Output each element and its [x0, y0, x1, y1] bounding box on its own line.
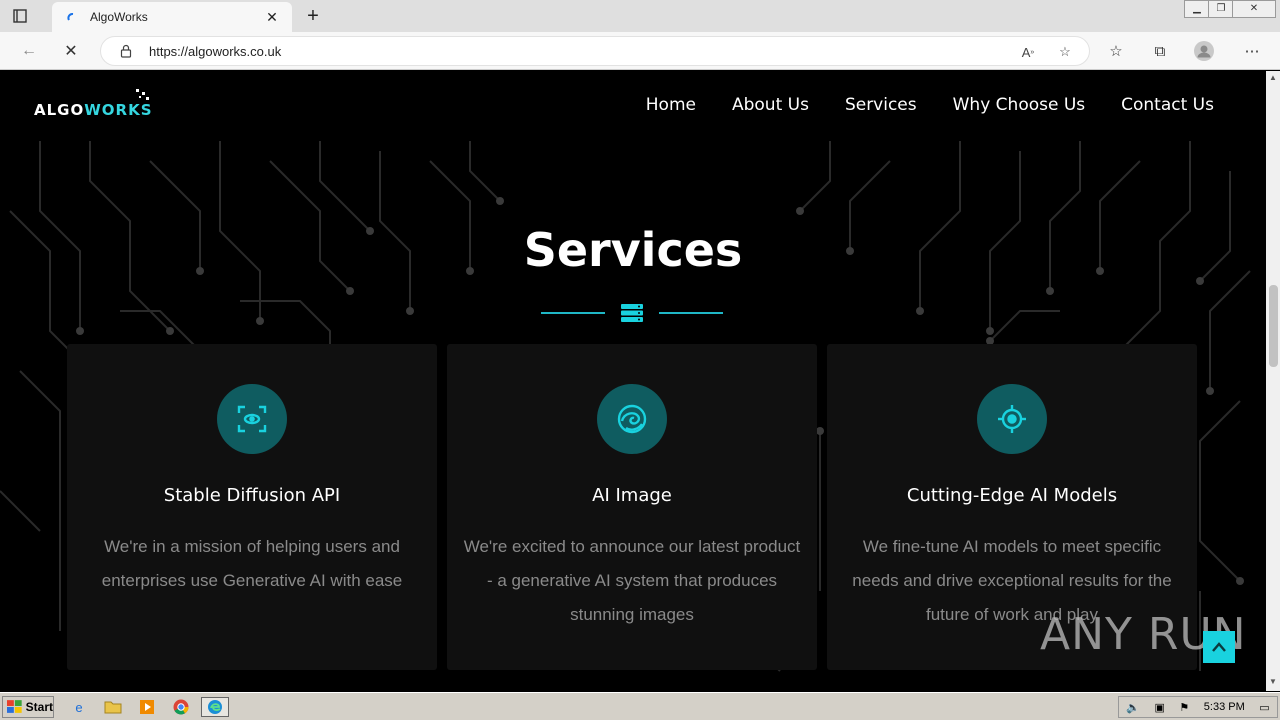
lock-icon: [119, 44, 133, 58]
browser-tab[interactable]: AlgoWorks ✕: [52, 2, 292, 32]
favorites-icon[interactable]: ☆: [1106, 41, 1126, 61]
stop-loading-icon[interactable]: ✕: [60, 40, 82, 62]
service-card-stable-diffusion[interactable]: Stable Diffusion API We're in a mission …: [67, 344, 437, 670]
folder-icon[interactable]: [102, 697, 124, 717]
nav-contact-us[interactable]: Contact Us: [1121, 95, 1214, 115]
loading-favicon-icon: [64, 9, 80, 25]
address-bar-row: ← ✕ https://algoworks.co.uk A» ☆ ☆ ⧉ ⋯: [0, 32, 1280, 70]
tab-title: AlgoWorks: [90, 10, 148, 24]
new-tab-button[interactable]: +: [302, 5, 324, 27]
back-icon[interactable]: ←: [18, 40, 40, 62]
network-icon[interactable]: ▣: [1154, 701, 1164, 714]
chrome-icon[interactable]: [170, 697, 192, 717]
logo-text-main: ALGO: [34, 101, 85, 119]
web-page: ALGOWORKS Home About Us Services Why Cho…: [0, 71, 1266, 691]
divider-line-left: [541, 312, 605, 314]
card-title: Cutting-Edge AI Models: [906, 485, 1118, 506]
site-header: ALGOWORKS Home About Us Services Why Cho…: [0, 71, 1266, 141]
system-tray: 🔈 ▣ ⚑ 5:33 PM ▭: [1118, 696, 1278, 718]
scroll-to-top-button[interactable]: [1203, 631, 1235, 663]
card-description: We're excited to announce our latest pro…: [463, 537, 801, 624]
divider-line-right: [659, 312, 723, 314]
volume-icon[interactable]: 🔈: [1126, 701, 1140, 714]
services-cards: Stable Diffusion API We're in a mission …: [67, 344, 1197, 670]
collections-icon[interactable]: ⧉: [1150, 41, 1170, 61]
windows-taskbar: Start e 🔈 ▣ ⚑ 5:33 PM ▭: [0, 692, 1280, 720]
nav-about-us[interactable]: About Us: [732, 95, 809, 115]
read-aloud-icon[interactable]: A»: [1019, 43, 1037, 61]
minimize-button[interactable]: ▁: [1184, 0, 1210, 18]
show-desktop-icon[interactable]: ▭: [1259, 701, 1269, 714]
clock[interactable]: 5:33 PM: [1204, 701, 1245, 713]
section-title: Services: [523, 223, 743, 277]
site-logo[interactable]: ALGOWORKS: [34, 89, 153, 119]
target-icon: [977, 384, 1047, 454]
browser-tab-bar: AlgoWorks ✕ + ▁ ❐ ✕: [0, 0, 1280, 32]
media-player-icon[interactable]: [136, 697, 158, 717]
add-favorite-icon[interactable]: ☆: [1056, 43, 1074, 61]
ie-icon[interactable]: e: [68, 697, 90, 717]
logo-text-accent: WORKS: [84, 101, 153, 119]
nav-home[interactable]: Home: [646, 95, 696, 115]
url-text: https://algoworks.co.uk: [149, 44, 282, 59]
close-window-button[interactable]: ✕: [1232, 0, 1276, 18]
chevron-up-icon: [1212, 642, 1226, 652]
flag-icon[interactable]: ⚑: [1179, 701, 1189, 714]
start-button[interactable]: Start: [2, 696, 54, 718]
service-card-ai-image[interactable]: AI Image We're excited to announce our l…: [447, 344, 817, 670]
server-icon: [621, 304, 643, 322]
main-nav: Home About Us Services Why Choose Us Con…: [646, 95, 1214, 115]
scrollbar-thumb[interactable]: [1269, 285, 1278, 367]
start-label: Start: [25, 700, 53, 714]
card-title: AI Image: [592, 485, 672, 506]
scroll-up-icon[interactable]: ▲: [1268, 73, 1278, 83]
windows-logo-icon: [7, 700, 22, 713]
nav-why-choose-us[interactable]: Why Choose Us: [953, 95, 1086, 115]
tab-close-icon[interactable]: ✕: [264, 9, 280, 25]
swirl-icon: [597, 384, 667, 454]
profile-avatar[interactable]: [1194, 41, 1214, 61]
edge-taskbar-icon[interactable]: [201, 697, 229, 717]
scroll-down-icon[interactable]: ▼: [1268, 677, 1278, 687]
logo-dots-icon: [136, 89, 149, 100]
page-scrollbar[interactable]: ▲ ▼: [1266, 71, 1280, 691]
card-description: We're in a mission of helping users and …: [101, 537, 403, 590]
card-title: Stable Diffusion API: [163, 485, 341, 506]
nav-services[interactable]: Services: [845, 95, 917, 115]
restore-button[interactable]: ❐: [1208, 0, 1234, 18]
tab-actions-icon[interactable]: [10, 6, 30, 26]
title-divider: [541, 304, 723, 324]
face-scan-icon: [217, 384, 287, 454]
more-menu-icon[interactable]: ⋯: [1242, 41, 1262, 61]
url-field[interactable]: https://algoworks.co.uk A» ☆: [100, 36, 1090, 66]
